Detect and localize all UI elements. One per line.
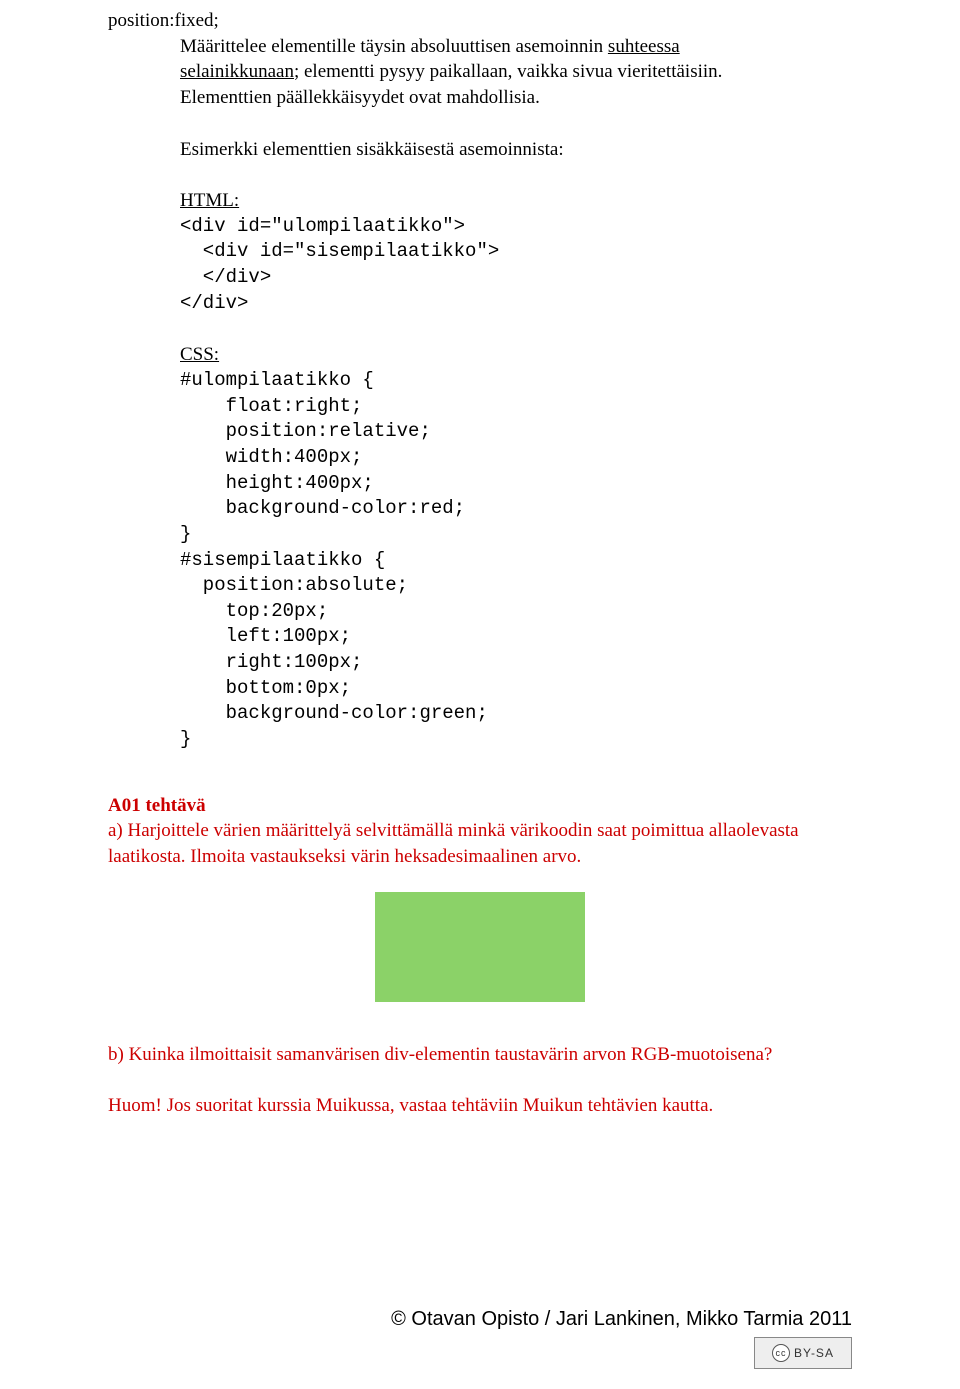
task-heading: A01 tehtävä bbox=[108, 793, 852, 819]
task-b: b) Kuinka ilmoittaisit samanvärisen div-… bbox=[108, 1042, 852, 1068]
txt: ; elementti pysyy paikallaan, vaikka siv… bbox=[294, 61, 722, 82]
txt-underline: selainikkunaan bbox=[180, 61, 294, 82]
text-position-fixed: position:fixed; bbox=[108, 8, 852, 34]
paragraph-example-intro: Esimerkki elementtien sisäkkäisestä asem… bbox=[108, 137, 852, 163]
code-html: <div id="ulompilaatikko"> <div id="sisem… bbox=[108, 214, 852, 317]
html-label: HTML: bbox=[108, 188, 852, 214]
txt-underline: suhteessa bbox=[608, 36, 680, 57]
color-sample-box bbox=[375, 892, 585, 1002]
css-label: CSS: bbox=[108, 342, 852, 368]
task-a: a) Harjoittele värien määrittelyä selvit… bbox=[108, 818, 852, 869]
txt: Elementtien päällekkäisyydet ovat mahdol… bbox=[180, 87, 540, 108]
paragraph-fixed-desc: Määrittelee elementille täysin absoluutt… bbox=[108, 34, 852, 111]
cc-by-sa-badge: cc BY-SA bbox=[754, 1337, 852, 1369]
cc-icon: cc bbox=[772, 1344, 790, 1362]
footer-credit: © Otavan Opisto / Jari Lankinen, Mikko T… bbox=[391, 1306, 852, 1333]
txt: Määrittelee elementille täysin absoluutt… bbox=[180, 36, 608, 57]
code-css: #ulompilaatikko { float:right; position:… bbox=[108, 368, 852, 753]
task-note: Huom! Jos suoritat kurssia Muikussa, vas… bbox=[108, 1093, 852, 1119]
cc-text: BY-SA bbox=[794, 1345, 834, 1361]
